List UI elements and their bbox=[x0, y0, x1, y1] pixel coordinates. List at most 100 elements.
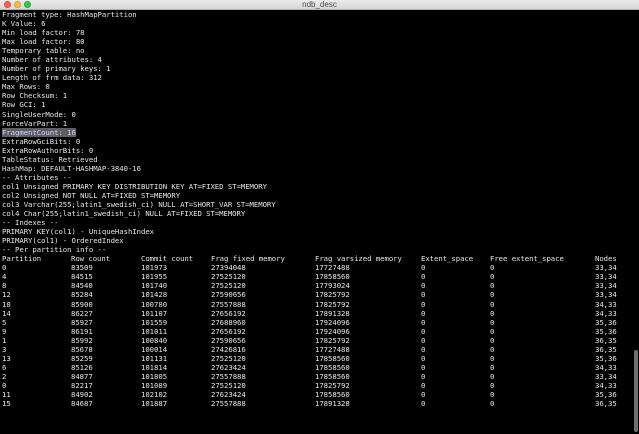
table-cell: 8 bbox=[2, 281, 7, 291]
table-cell: 34,33 bbox=[595, 362, 617, 372]
output-line: -- Per partition info -- bbox=[2, 245, 107, 255]
table-cell: 34,33 bbox=[595, 299, 617, 309]
table-cell: 101559 bbox=[141, 317, 168, 327]
output-line: PRIMARY KEY(col1) - UniqueHashIndex bbox=[2, 227, 155, 237]
table-row: 4 84515 101955 27525120 17858560 0 0 33,34 bbox=[2, 272, 630, 281]
table-cell: 101131 bbox=[141, 353, 168, 363]
output-line: col4 Char(255;latin1_swedish_ci) NULL AT… bbox=[2, 209, 246, 219]
table-cell: 0 bbox=[421, 371, 426, 381]
table-cell: 101973 bbox=[141, 263, 168, 273]
table-cell: 27656192 bbox=[211, 326, 246, 336]
output-line: col2 Unsigned NOT NULL AT=FIXED ST=MEMOR… bbox=[2, 190, 181, 200]
table-cell: Extent_space bbox=[421, 254, 474, 264]
table-cell: 17825792 bbox=[315, 290, 350, 300]
table-cell: 85284 bbox=[71, 290, 93, 300]
table-cell: 6 bbox=[2, 362, 7, 372]
terminal-output[interactable]: Fragment type: HashMapPartition K Value: … bbox=[2, 10, 630, 434]
table-row: 13 85259 101131 27525120 17858560 0 0 35,36 bbox=[2, 354, 630, 363]
partition-table: Partition Row count Commit count Frag fixed… bbox=[2, 254, 630, 408]
table-cell: 35,36 bbox=[595, 326, 617, 336]
table-cell: 84515 bbox=[71, 272, 93, 282]
table-cell: 0 bbox=[421, 299, 426, 309]
table-row: 6 85126 101814 27623424 17858560 0 0 34,33 bbox=[2, 363, 630, 372]
table-cell: 36,35 bbox=[595, 344, 617, 354]
table-cell: 0 bbox=[490, 317, 495, 327]
table-cell: 0 bbox=[421, 281, 426, 291]
table-cell: 10 bbox=[2, 299, 11, 309]
table-cell: 83509 bbox=[71, 263, 93, 273]
table-cell: 0 bbox=[421, 344, 426, 354]
table-row: 11 84902 102102 27623424 17858560 0 0 35,36 bbox=[2, 390, 630, 399]
table-cell: 33,34 bbox=[595, 272, 617, 282]
table-cell: 0 bbox=[490, 380, 495, 390]
table-cell: 101740 bbox=[141, 281, 168, 291]
output-line: Max load factor: 80 bbox=[2, 37, 85, 47]
table-cell: 82217 bbox=[71, 380, 93, 390]
table-cell: 85992 bbox=[71, 335, 93, 345]
table-cell: 17825792 bbox=[315, 380, 350, 390]
table-cell: 27525120 bbox=[211, 353, 246, 363]
table-cell: 0 bbox=[490, 389, 495, 399]
table-cell: 100840 bbox=[141, 335, 168, 345]
table-cell: 0 bbox=[421, 353, 426, 363]
table-cell: 17727488 bbox=[315, 263, 350, 273]
table-cell: 17924096 bbox=[315, 326, 350, 336]
window-title: ndb_desc bbox=[302, 0, 337, 9]
table-cell: 0 bbox=[490, 353, 495, 363]
table-cell: 0 bbox=[490, 272, 495, 282]
table-cell: Nodes bbox=[595, 254, 617, 264]
table-cell: 100014 bbox=[141, 344, 168, 354]
output-line: Row Checksum: 1 bbox=[2, 91, 68, 101]
table-cell: 4 bbox=[2, 272, 7, 282]
table-cell: Frag fixed memory bbox=[211, 254, 285, 264]
selected-text: FragmentCount: 16 bbox=[2, 127, 76, 137]
table-cell: 27557888 bbox=[211, 399, 246, 409]
table-cell: 101814 bbox=[141, 362, 168, 372]
table-cell: 0 bbox=[2, 380, 7, 390]
output-line: Min load factor: 78 bbox=[2, 28, 85, 38]
table-row: 14 86227 101107 27656192 17891328 0 0 34,33 bbox=[2, 309, 630, 318]
table-cell: 0 bbox=[490, 263, 495, 273]
table-cell: 0 bbox=[421, 362, 426, 372]
table-cell: 36,35 bbox=[595, 399, 617, 409]
table-row: 2 84877 101805 27557888 17858560 0 0 33,34 bbox=[2, 372, 630, 381]
table-cell: 101955 bbox=[141, 272, 168, 282]
table-cell: 0 bbox=[421, 272, 426, 282]
table-cell: 35,36 bbox=[595, 389, 617, 399]
table-cell: 17793024 bbox=[315, 281, 350, 291]
table-cell: 33,34 bbox=[595, 371, 617, 381]
table-cell: 85126 bbox=[71, 362, 93, 372]
table-cell: 0 bbox=[421, 308, 426, 318]
output-line: TableStatus: Retrieved bbox=[2, 154, 98, 164]
output-line: ExtraRowGciBits: 0 bbox=[2, 136, 81, 146]
table-cell: 27525120 bbox=[211, 281, 246, 291]
table-row: 5 85927 101559 27688960 17924096 0 0 35,36 bbox=[2, 318, 630, 327]
table-cell: 101011 bbox=[141, 326, 168, 336]
table-row: 10 85900 100780 27557888 17825792 0 0 34,33 bbox=[2, 300, 630, 309]
table-cell: 0 bbox=[421, 317, 426, 327]
table-cell: 3 bbox=[2, 344, 7, 354]
table-cell: 84687 bbox=[71, 399, 93, 409]
terminal-scrollbar[interactable] bbox=[634, 350, 638, 432]
table-cell: 0 bbox=[421, 290, 426, 300]
output-line: Row GCI: 1 bbox=[2, 100, 46, 110]
table-cell: 0 bbox=[490, 299, 495, 309]
table-cell: 85927 bbox=[71, 317, 93, 327]
table-cell: 27656192 bbox=[211, 308, 246, 318]
table-cell: 9 bbox=[2, 326, 7, 336]
table-cell: 27426816 bbox=[211, 344, 246, 354]
output-line: ForceVarPart: 1 bbox=[2, 118, 68, 128]
table-cell: 33,34 bbox=[595, 281, 617, 291]
output-line: HashMap: DEFAULT-HASHMAP-3840-16 bbox=[2, 163, 141, 173]
table-cell: 27688960 bbox=[211, 317, 246, 327]
table-cell: 5 bbox=[2, 317, 7, 327]
table-cell: Partition bbox=[2, 254, 42, 264]
output-line: FragmentCount: 16 bbox=[2, 127, 630, 137]
table-cell: 12 bbox=[2, 290, 11, 300]
table-metadata: Fragment type: HashMapPartition K Value: … bbox=[2, 10, 630, 254]
table-cell: 27590656 bbox=[211, 290, 246, 300]
title-bar[interactable]: ndb_desc bbox=[0, 0, 639, 10]
table-cell: 27525120 bbox=[211, 272, 246, 282]
output-line: K Value: 6 bbox=[2, 19, 46, 29]
output-line: Number of attributes: 4 bbox=[2, 55, 102, 65]
